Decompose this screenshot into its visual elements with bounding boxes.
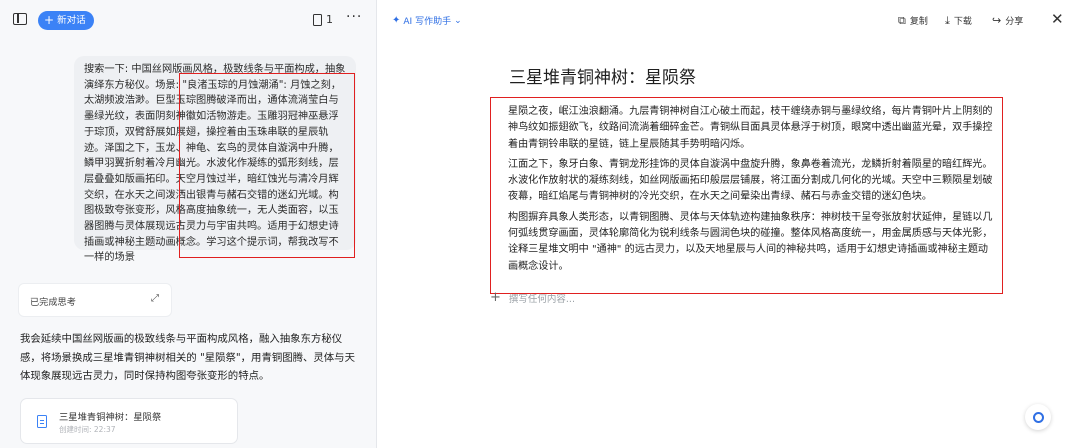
- document-heading: 三星堆青铜神树：星陨祭: [509, 68, 696, 88]
- plus-icon: +: [44, 13, 55, 27]
- assistant-reply: 我会延续中国丝网版画的极致线条与平面构成风格，融入抽象东方秘仪感，将场景换成三星…: [20, 333, 355, 382]
- expand-icon[interactable]: ⤢: [151, 293, 159, 304]
- close-button[interactable]: ✕: [1051, 10, 1064, 28]
- copy-label: 复制: [909, 17, 928, 27]
- ai-writer-label: AI 写作助手: [403, 17, 452, 27]
- copy-icon: ⧉: [898, 13, 906, 27]
- page-icon: [313, 13, 322, 26]
- copy-button[interactable]: ⧉ 复制: [898, 13, 928, 28]
- more-options-button[interactable]: ···: [346, 9, 362, 25]
- highlight-box-left: [179, 73, 355, 258]
- document-card-time: 创建时间: 22:37: [59, 425, 116, 434]
- thinking-label: 已完成思考: [30, 297, 76, 308]
- document-icon: [37, 415, 47, 428]
- new-chat-label: 新对话: [57, 15, 86, 26]
- new-chat-button[interactable]: + 新对话: [38, 11, 94, 30]
- share-icon: ↪: [992, 13, 1002, 27]
- download-button[interactable]: ⤓ 下载: [945, 13, 972, 28]
- sidebar-toggle-icon[interactable]: [13, 13, 27, 25]
- download-label: 下载: [953, 17, 972, 27]
- highlight-box-right: [490, 97, 1003, 294]
- document-pane: ✦ AI 写作助手 ⌄ ⧉ 复制 ⤓ 下载 ↪ 分享 ✕ 三星堆青铜神树：星陨祭…: [378, 0, 1080, 448]
- document-card-title: 三星堆青铜神树：星陨祭: [59, 412, 162, 423]
- document-card[interactable]: 三星堆青铜神树：星陨祭 创建时间: 22:37: [20, 398, 238, 444]
- assistant-icon: [1032, 411, 1044, 423]
- add-block-icon[interactable]: +: [490, 290, 501, 305]
- download-icon: ⤓: [945, 13, 950, 27]
- chevron-down-icon: ⌄: [454, 15, 462, 26]
- chat-pane: + 新对话 1 ··· 搜索一下: 中国丝网版画风格，极致线条与平面构成，抽象演…: [0, 0, 377, 448]
- new-block-placeholder: 撰写任何内容...: [508, 293, 575, 305]
- share-label: 分享: [1005, 17, 1024, 27]
- page-counter[interactable]: 1: [313, 13, 333, 26]
- new-block-input[interactable]: + 撰写任何内容...: [490, 290, 575, 305]
- ai-writer-dropdown[interactable]: ✦ AI 写作助手 ⌄: [392, 14, 462, 27]
- thinking-status-card[interactable]: 已完成思考 ⤢: [18, 283, 172, 317]
- sparkle-icon: ✦: [392, 15, 401, 26]
- page-count: 1: [326, 13, 333, 26]
- chat-topbar: + 新对话 1 ···: [0, 0, 377, 40]
- assistant-float-button[interactable]: [1025, 404, 1051, 430]
- share-button[interactable]: ↪ 分享: [992, 13, 1024, 28]
